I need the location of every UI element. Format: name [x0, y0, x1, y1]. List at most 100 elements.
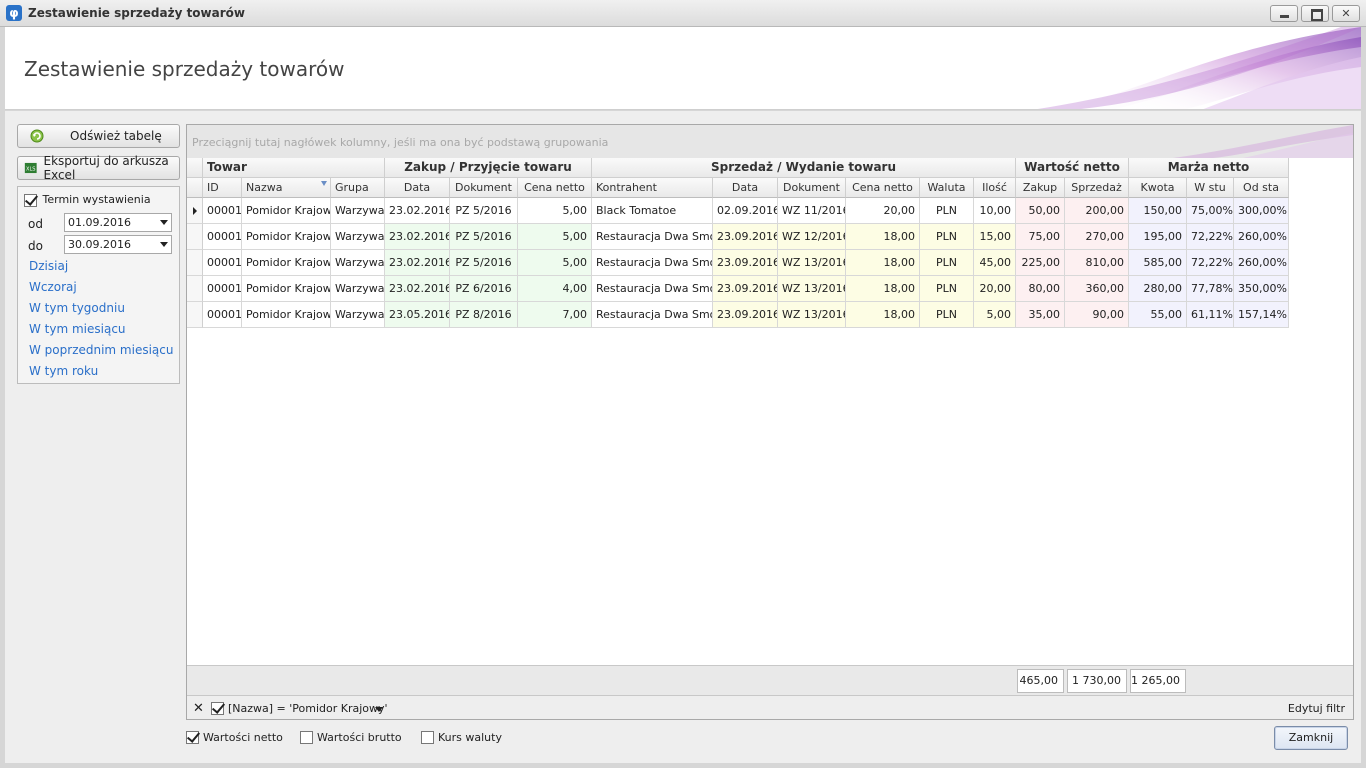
col-kontrahent[interactable]: Kontrahent: [592, 178, 713, 198]
cell-zakup-dokument[interactable]: PZ 6/2016: [450, 276, 518, 302]
col-zakup-dokument[interactable]: Dokument: [450, 178, 518, 198]
cell-waluta[interactable]: PLN: [920, 276, 974, 302]
table-row[interactable]: 00001 Pomidor Krajowy Warzywa 23.02.2016 PZ …: [187, 198, 1289, 224]
brutto-checkbox[interactable]: [300, 731, 313, 744]
cell-nazwa[interactable]: Pomidor Krajowy: [242, 250, 331, 276]
link-this-year[interactable]: W tym roku: [29, 364, 98, 378]
cell-zakup-dokument[interactable]: PZ 8/2016: [450, 302, 518, 328]
cell-sprzedaz-data[interactable]: 02.09.2016: [713, 198, 778, 224]
cell-kwota[interactable]: 585,00: [1129, 250, 1187, 276]
export-excel-button[interactable]: XLS Eksportuj do arkusza Excel: [17, 154, 180, 182]
col-sprzedaz-data[interactable]: Data: [713, 178, 778, 198]
cell-waluta[interactable]: PLN: [920, 250, 974, 276]
option-kurs[interactable]: Kurs waluty: [421, 731, 502, 744]
cell-grupa[interactable]: Warzywa: [331, 250, 385, 276]
cell-wartosc-sprzedaz[interactable]: 270,00: [1065, 224, 1129, 250]
col-wartosc-zakup[interactable]: Zakup: [1016, 178, 1065, 198]
link-this-month[interactable]: W tym miesiącu: [29, 322, 126, 336]
cell-wartosc-sprzedaz[interactable]: 810,00: [1065, 250, 1129, 276]
cell-wartosc-sprzedaz[interactable]: 360,00: [1065, 276, 1129, 302]
cell-waluta[interactable]: PLN: [920, 302, 974, 328]
cell-zakup-cena[interactable]: 5,00: [518, 198, 592, 224]
group-by-area[interactable]: Przeciągnij tutaj nagłówek kolumny, jeśl…: [187, 125, 1353, 158]
link-previous-month[interactable]: W poprzednim miesiącu: [29, 343, 173, 357]
cell-wartosc-zakup[interactable]: 80,00: [1016, 276, 1065, 302]
col-nazwa[interactable]: Nazwa: [242, 178, 331, 198]
cell-zakup-data[interactable]: 23.02.2016: [385, 276, 450, 302]
col-sprzedaz-dokument[interactable]: Dokument: [778, 178, 846, 198]
term-checkbox-box[interactable]: [24, 193, 37, 207]
cell-wartosc-sprzedaz[interactable]: 200,00: [1065, 198, 1129, 224]
refresh-button[interactable]: Odśwież tabelę: [17, 124, 180, 148]
cell-id[interactable]: 00001: [203, 198, 242, 224]
cell-kontrahent[interactable]: Restauracja Dwa Smoki: [592, 250, 713, 276]
cell-zakup-data[interactable]: 23.02.2016: [385, 198, 450, 224]
to-date-input[interactable]: 30.09.2016: [64, 235, 172, 254]
cell-zakup-cena[interactable]: 4,00: [518, 276, 592, 302]
cell-w-stu[interactable]: 61,11%: [1187, 302, 1234, 328]
cell-zakup-dokument[interactable]: PZ 5/2016: [450, 224, 518, 250]
cell-kontrahent[interactable]: Black Tomatoe: [592, 198, 713, 224]
cell-nazwa[interactable]: Pomidor Krajowy: [242, 224, 331, 250]
cell-wartosc-zakup[interactable]: 50,00: [1016, 198, 1065, 224]
cell-sprzedaz-data[interactable]: 23.09.2016: [713, 250, 778, 276]
cell-sprzedaz-data[interactable]: 23.09.2016: [713, 302, 778, 328]
cell-zakup-data[interactable]: 23.02.2016: [385, 224, 450, 250]
cell-wartosc-zakup[interactable]: 225,00: [1016, 250, 1065, 276]
row-indicator[interactable]: [187, 224, 203, 250]
col-waluta[interactable]: Waluta: [920, 178, 974, 198]
band-zakup[interactable]: Zakup / Przyjęcie towaru: [385, 158, 592, 178]
cell-zakup-cena[interactable]: 5,00: [518, 250, 592, 276]
cell-sprzedaz-dokument[interactable]: WZ 13/2016: [778, 276, 846, 302]
cell-waluta[interactable]: PLN: [920, 198, 974, 224]
cell-grupa[interactable]: Warzywa: [331, 302, 385, 328]
chevron-down-icon[interactable]: [160, 242, 168, 247]
band-marza[interactable]: Marża netto: [1129, 158, 1289, 178]
cell-grupa[interactable]: Warzywa: [331, 198, 385, 224]
filter-expression[interactable]: [Nazwa] = 'Pomidor Krajowy': [228, 702, 388, 715]
table-row[interactable]: 00001 Pomidor Krajowy Warzywa 23.05.2016 PZ …: [187, 302, 1289, 328]
cell-waluta[interactable]: PLN: [920, 224, 974, 250]
cell-id[interactable]: 00001: [203, 302, 242, 328]
cell-id[interactable]: 00001: [203, 276, 242, 302]
chevron-down-icon[interactable]: [375, 707, 383, 712]
cell-ilosc[interactable]: 10,00: [974, 198, 1016, 224]
cell-wartosc-zakup[interactable]: 75,00: [1016, 224, 1065, 250]
cell-sprzedaz-dokument[interactable]: WZ 11/2016: [778, 198, 846, 224]
close-window-button[interactable]: [1332, 5, 1360, 22]
cell-zakup-cena[interactable]: 7,00: [518, 302, 592, 328]
cell-wartosc-zakup[interactable]: 35,00: [1016, 302, 1065, 328]
cell-ilosc[interactable]: 20,00: [974, 276, 1016, 302]
cell-od-sta[interactable]: 260,00%: [1234, 250, 1289, 276]
col-ilosc[interactable]: Ilość: [974, 178, 1016, 198]
cell-od-sta[interactable]: 260,00%: [1234, 224, 1289, 250]
band-sprzedaz[interactable]: Sprzedaż / Wydanie towaru: [592, 158, 1016, 178]
cell-ilosc[interactable]: 5,00: [974, 302, 1016, 328]
cell-od-sta[interactable]: 350,00%: [1234, 276, 1289, 302]
cell-sprzedaz-cena[interactable]: 18,00: [846, 276, 920, 302]
option-brutto[interactable]: Wartości brutto: [300, 731, 402, 744]
cell-sprzedaz-data[interactable]: 23.09.2016: [713, 224, 778, 250]
kurs-checkbox[interactable]: [421, 731, 434, 744]
cell-sprzedaz-cena[interactable]: 20,00: [846, 198, 920, 224]
row-indicator[interactable]: [187, 276, 203, 302]
cell-id[interactable]: 00001: [203, 250, 242, 276]
cell-sprzedaz-cena[interactable]: 18,00: [846, 250, 920, 276]
cell-sprzedaz-dokument[interactable]: WZ 12/2016: [778, 224, 846, 250]
clear-filter-icon[interactable]: ✕: [193, 701, 204, 716]
cell-nazwa[interactable]: Pomidor Krajowy: [242, 302, 331, 328]
row-indicator[interactable]: [187, 198, 203, 224]
cell-ilosc[interactable]: 45,00: [974, 250, 1016, 276]
cell-zakup-dokument[interactable]: PZ 5/2016: [450, 250, 518, 276]
cell-w-stu[interactable]: 72,22%: [1187, 250, 1234, 276]
cell-kwota[interactable]: 150,00: [1129, 198, 1187, 224]
table-row[interactable]: 00001 Pomidor Krajowy Warzywa 23.02.2016 PZ …: [187, 250, 1289, 276]
chevron-down-icon[interactable]: [160, 220, 168, 225]
filter-icon[interactable]: [321, 181, 327, 186]
cell-sprzedaz-cena[interactable]: 18,00: [846, 224, 920, 250]
term-checkbox[interactable]: Termin wystawienia: [24, 193, 151, 207]
option-netto[interactable]: Wartości netto: [186, 731, 283, 744]
col-w-stu[interactable]: W stu: [1187, 178, 1234, 198]
cell-sprzedaz-dokument[interactable]: WZ 13/2016: [778, 302, 846, 328]
cell-kontrahent[interactable]: Restauracja Dwa Smoki: [592, 224, 713, 250]
